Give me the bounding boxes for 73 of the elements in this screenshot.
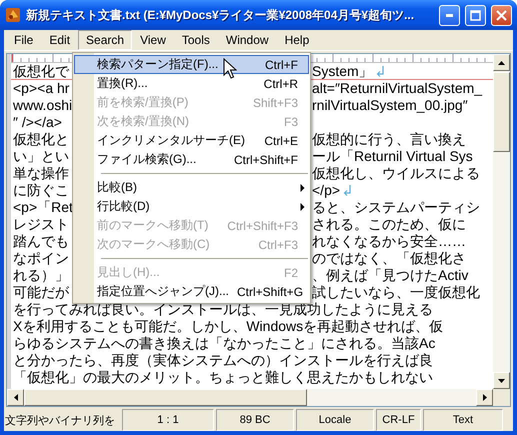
maximize-icon [470, 10, 481, 20]
status-field: 文字列やバイナリ列を [4, 409, 120, 431]
text-line: 「仮想化」の最大のメリット。ちょっと難しく思えたかもしれない [13, 369, 433, 385]
text-line: れなくなるから安全…… [312, 233, 466, 249]
menu-item[interactable]: View [132, 30, 174, 50]
text-line: れる）」 [13, 267, 69, 283]
scrollbar-corner [493, 389, 510, 406]
menu-option[interactable]: 検索パターン指定(F)... Ctrl+F [74, 55, 309, 74]
maximize-button[interactable] [465, 4, 486, 26]
text-line: される。このため、仮に [312, 216, 466, 232]
menu-item[interactable]: Tools [174, 30, 218, 50]
scroll-thumb[interactable] [24, 389, 307, 406]
text-line: 仮想化で [13, 63, 69, 79]
text-line: 仮想化と [13, 131, 69, 147]
status-field: CR-LF [376, 409, 421, 431]
status-field: 1 : 1 [122, 409, 214, 431]
up-arrow-icon [498, 60, 505, 64]
text-line: い」とい [13, 148, 69, 164]
menu-option[interactable]: 行比較(D) [74, 197, 309, 216]
text-line: ール「Returnil Virtual Sys [312, 148, 473, 164]
text-line: 可能だが [13, 284, 69, 300]
text-line: 仮想的に行う、言い換え [312, 131, 466, 147]
down-arrow-icon [498, 378, 505, 382]
text-line: 単な操作 [13, 165, 69, 181]
close-button[interactable] [491, 4, 512, 26]
submenu-arrow-icon [300, 203, 305, 211]
minimize-button[interactable] [439, 4, 460, 26]
window-title: 新規テキスト文書.txt (E:¥MyDocs¥ライター業¥2008年04月号¥超旬ツ... [26, 6, 416, 24]
menu-item[interactable]: Search [78, 30, 132, 50]
left-arrow-icon [14, 394, 18, 401]
text-line: rnilVirtualSystem_00.jpg″ [312, 97, 468, 113]
text-line: alt=″ReturnilVirtualSystem_ [312, 80, 482, 96]
minimize-icon [446, 14, 453, 16]
mouse-pointer-icon [223, 58, 237, 80]
status-field: Text [423, 409, 503, 431]
menu-item[interactable]: Help [276, 30, 318, 50]
menu-item[interactable]: File [6, 30, 42, 50]
text-line: <p>「Ret [13, 199, 73, 215]
text-line: www.oshi [13, 97, 72, 113]
scroll-thumb[interactable] [493, 72, 510, 152]
scroll-right-button[interactable] [476, 389, 493, 406]
menu-item[interactable]: Edit [41, 30, 78, 50]
menu-option[interactable]: ファイル検索(G)... Ctrl+Shift+F [74, 150, 309, 169]
status-field: 89 BC [216, 409, 294, 431]
scroll-up-button[interactable] [493, 54, 510, 71]
scroll-left-button[interactable] [7, 389, 24, 406]
text-line: </p> [312, 182, 340, 198]
menu-item[interactable]: Window [218, 30, 277, 50]
text-line: 仮想化し、ウイルスによる [312, 165, 480, 181]
text-line: に防ぐこ [13, 182, 69, 198]
status-field: Locale [296, 409, 374, 431]
menu-option[interactable]: 置換(R)... Ctrl+R [74, 74, 309, 93]
text-line: 試したいなら、一度仮想化 [312, 284, 480, 300]
submenu-arrow-icon [300, 184, 305, 192]
text-line: と分かったら、再度（実体システムへの）インストールを行えば良 [13, 352, 433, 368]
close-icon [496, 10, 507, 20]
right-arrow-icon [482, 394, 486, 401]
text-line: らゆるシステムへの書き換えは「なかったこと」にされる。当該Ac [13, 335, 436, 351]
text-line: ″ /></a> [13, 114, 62, 130]
menu-option[interactable]: インクリメンタルサーチ(E) Ctrl+E [74, 131, 309, 150]
text-line: Xを利用することも可能だ。しかし、Windowsを再起動させれば、仮 [13, 318, 444, 334]
text-line: System」 [312, 63, 373, 79]
menu-option[interactable]: 指定位置へジャンプ(J)... Ctrl+Shift+G [74, 282, 309, 301]
text-line: 、例えば「見つけたActiv [312, 267, 468, 283]
text-line: <p><a hr [13, 80, 70, 96]
scroll-down-button[interactable] [493, 372, 510, 389]
text-line: 踏んでも [13, 233, 69, 249]
text-line: のではなく、「仮想化さ [312, 250, 466, 266]
text-line: ると、システムパーティシ [312, 199, 480, 215]
text-line: なポイン [13, 250, 69, 266]
app-icon [5, 7, 21, 23]
menu-option[interactable]: 比較(B) [74, 178, 309, 197]
text-line: レジスト [13, 216, 69, 232]
